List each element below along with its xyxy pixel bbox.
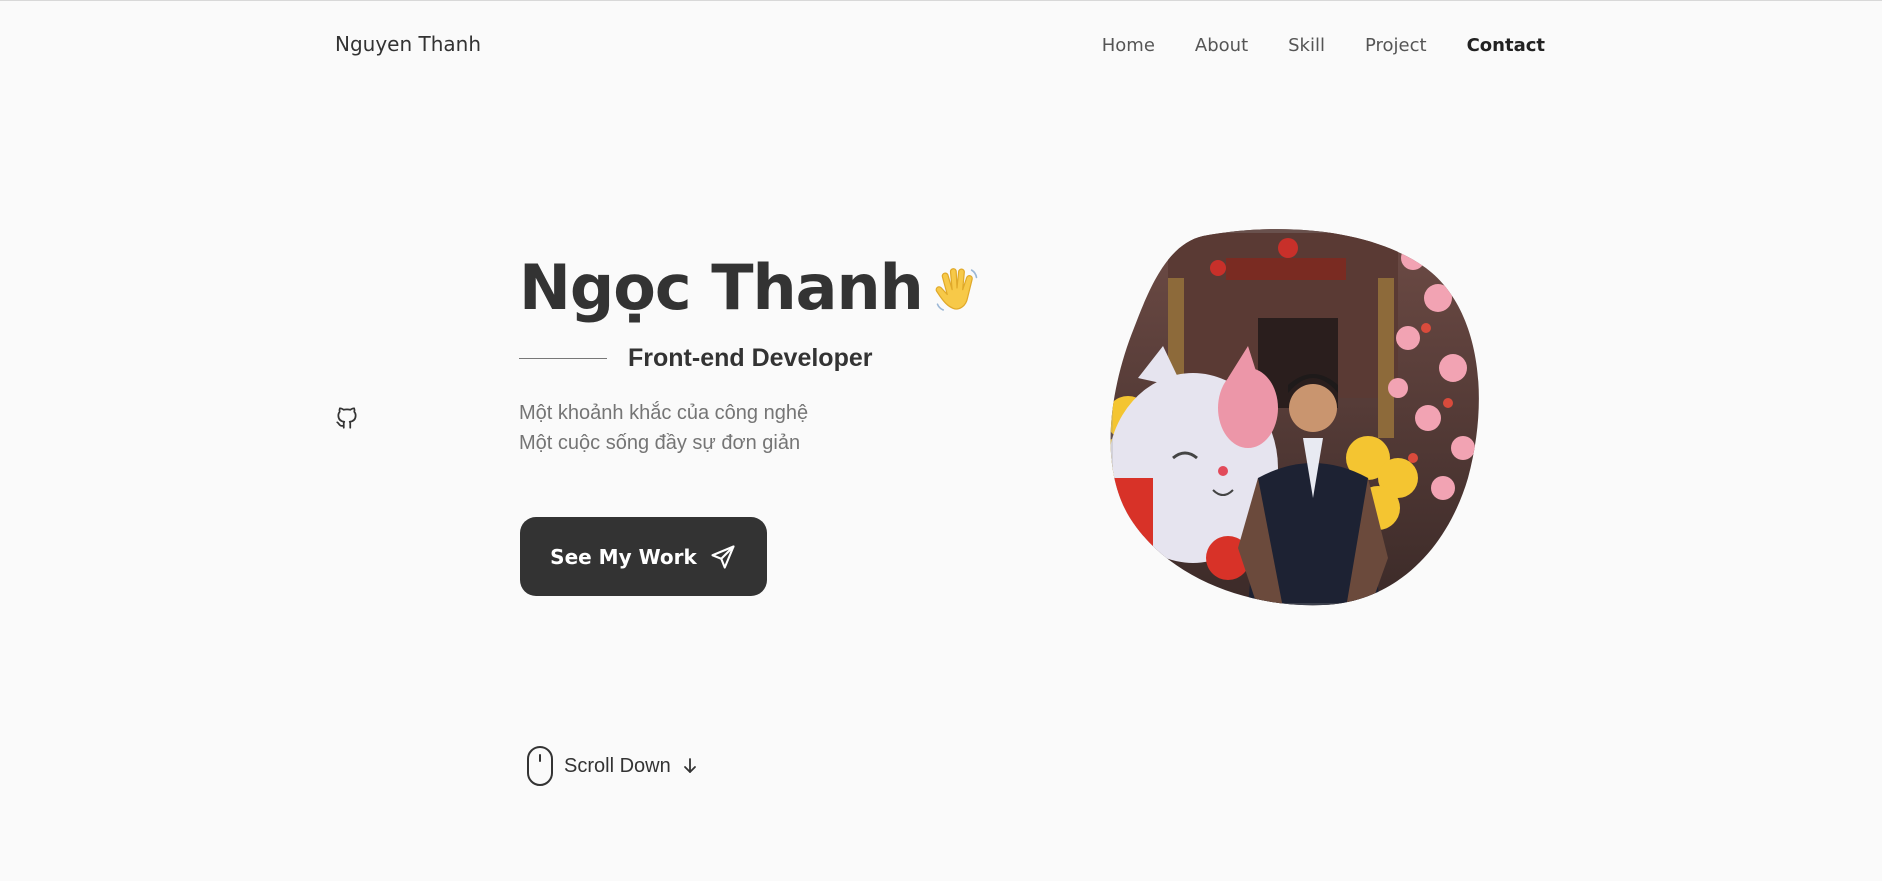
role-divider — [519, 357, 607, 359]
hero-description: Một khoảnh khắc của công nghệ Một cuộc s… — [519, 398, 808, 458]
main-nav: Home About Skill Project Contact — [1102, 34, 1545, 58]
hero-role: Front-end Developer — [628, 344, 873, 372]
site-logo[interactable]: Nguyen Thanh — [335, 32, 481, 56]
description-line-1: Một khoảnh khắc của công nghệ — [519, 402, 809, 424]
see-my-work-button[interactable]: See My Work — [520, 517, 767, 596]
nav-home[interactable]: Home — [1102, 34, 1155, 58]
nav-skill[interactable]: Skill — [1288, 34, 1325, 58]
arrow-down-icon — [683, 758, 696, 773]
nav-project[interactable]: Project — [1365, 34, 1427, 58]
nav-contact[interactable]: Contact — [1467, 34, 1545, 58]
site-header: Nguyen Thanh Home About Skill Project Co… — [0, 0, 1882, 92]
hero-role-row: Front-end Developer — [519, 342, 872, 374]
hero-name: Ngọc Thanh — [519, 251, 924, 324]
mouse-icon — [527, 746, 553, 786]
scroll-down-label: Scroll Down — [564, 754, 671, 777]
cta-label: See My Work — [550, 544, 697, 569]
hero-title-row: Ngọc Thanh — [519, 250, 983, 326]
nav-about[interactable]: About — [1195, 34, 1248, 58]
description-line-2: Một cuộc sống đầy sự đơn giản — [519, 432, 801, 454]
github-icon[interactable] — [334, 404, 360, 432]
send-icon — [711, 544, 735, 569]
waving-hand-icon — [935, 268, 978, 311]
profile-photo — [1110, 229, 1479, 606]
scroll-down-link[interactable]: Scroll Down — [526, 745, 699, 787]
